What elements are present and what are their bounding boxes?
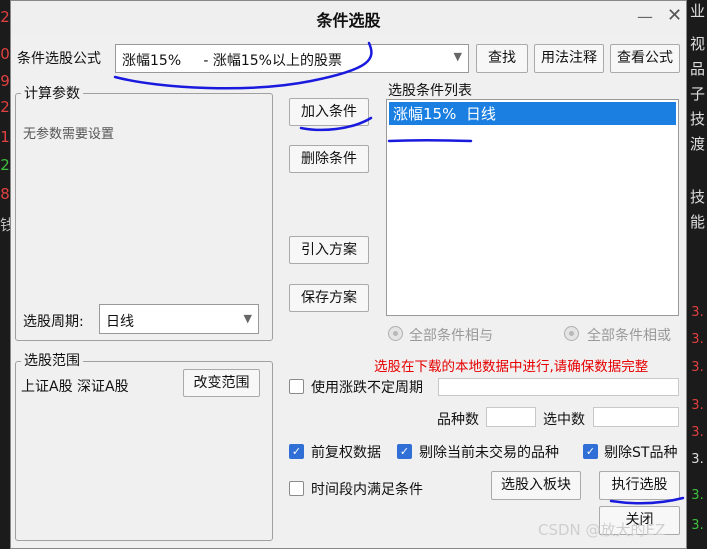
bg-glyph: 业 — [689, 2, 705, 20]
bg-glyph: 2 — [0, 98, 10, 116]
bg-glyph: 8 — [0, 185, 10, 203]
bg-glyph: 2 — [0, 156, 10, 174]
bg-number: 3. — [691, 332, 704, 347]
bg-glyph: 0 — [0, 45, 10, 63]
bg-number: 3. — [691, 452, 704, 467]
bg-number: 3. — [691, 488, 704, 503]
annotation-stroke — [387, 139, 473, 143]
bg-glyph: 品 — [689, 60, 705, 78]
condition-stock-selection-dialog: 条件选股 — ✕ 条件选股公式 涨幅15% - 涨幅15%以上的股票 ▼ 查找 … — [10, 0, 687, 549]
bg-glyph: 渡 — [689, 135, 705, 153]
annotation-stroke — [113, 41, 373, 90]
bg-glyph: 子 — [689, 85, 705, 103]
bg-number: 3. — [691, 518, 704, 533]
annotation-stroke — [299, 116, 373, 132]
annotation-strokes — [113, 41, 685, 505]
bg-number: 3. — [691, 305, 704, 320]
bg-number: 3. — [691, 360, 704, 375]
bg-glyph: 技 — [689, 110, 705, 128]
bg-glyph: 9 — [0, 72, 10, 90]
bg-number: 3. — [691, 398, 704, 413]
bg-glyph: 2 — [0, 8, 10, 26]
bg-glyph: 钱 — [0, 216, 16, 234]
annotation-stroke — [609, 496, 685, 505]
bg-number: 3. — [691, 425, 704, 440]
left-background-strip: 2 0 9 2 1 2 8 钱 — [0, 0, 16, 549]
bg-glyph: 技 — [689, 188, 705, 206]
bg-glyph: 能 — [689, 213, 705, 231]
bg-glyph: 视 — [689, 35, 705, 53]
bg-glyph: 1 — [0, 128, 10, 146]
right-background-strip: 业 视 品 子 技 渡 技 能 3. 3. 3. 3. 3. 3. 3. 3. — [688, 0, 707, 549]
